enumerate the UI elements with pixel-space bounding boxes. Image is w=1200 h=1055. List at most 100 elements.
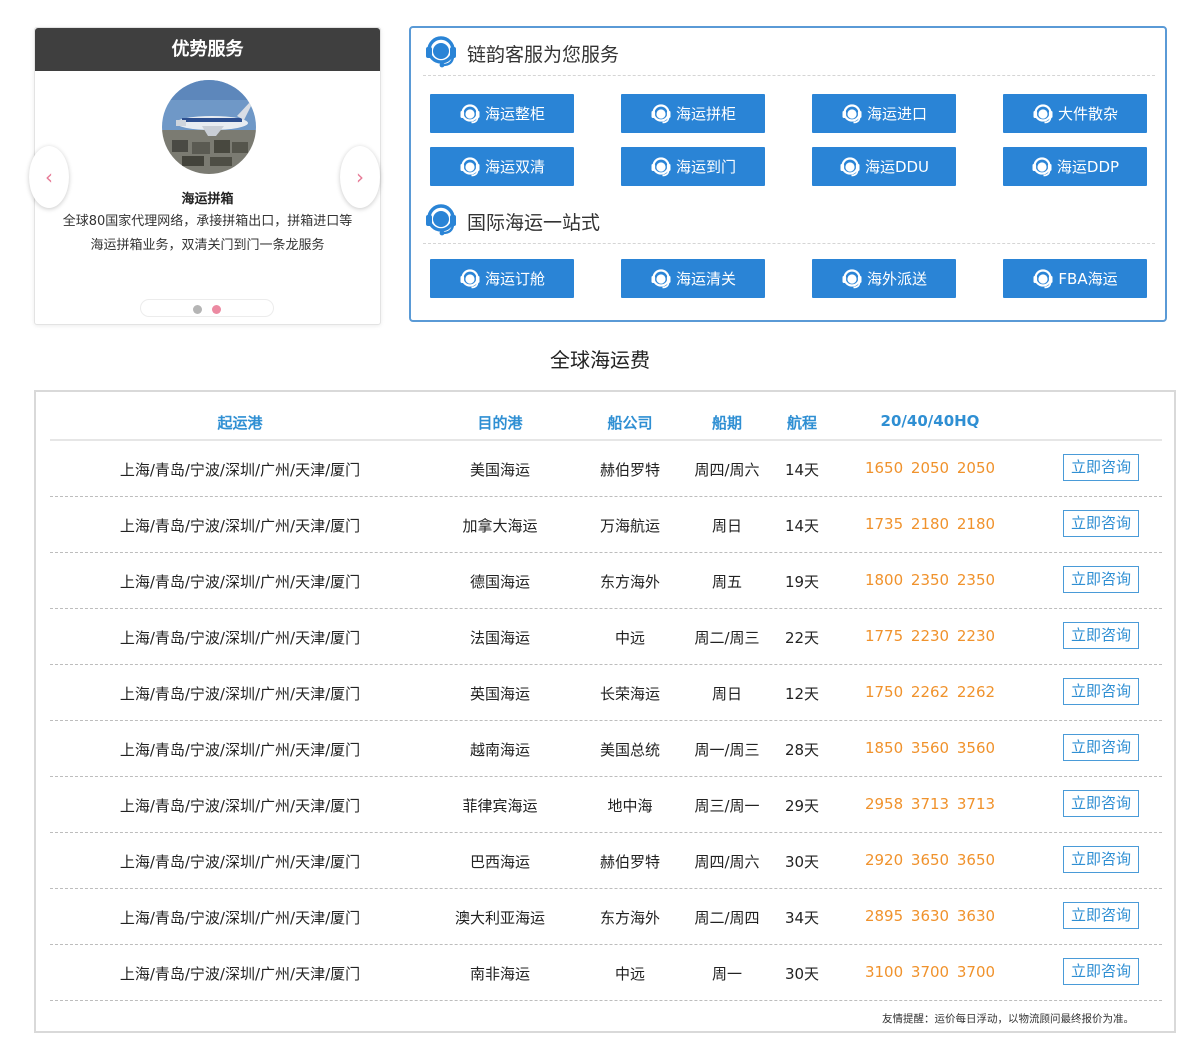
price-disclaimer: 友情提醒：运价每日浮动，以物流顾问最终报价为准。	[882, 1013, 1134, 1025]
consult-button[interactable]: 立即咨询	[1063, 678, 1139, 705]
table-row: 上海/青岛/宁波/深圳/广州/天津/厦门 德国海运 东方海外 周五 19天 18…	[50, 553, 1162, 609]
service-button-label: 海运到门	[675, 158, 736, 176]
service-button-label: 海运DDP	[1056, 158, 1120, 176]
cell-origin: 上海/青岛/宁波/深圳/广州/天津/厦门	[119, 629, 361, 647]
cell-origin: 上海/青岛/宁波/深圳/广州/天津/厦门	[119, 909, 361, 927]
cell-origin: 上海/青岛/宁波/深圳/广州/天津/厦门	[119, 797, 361, 815]
consult-button[interactable]: 立即咨询	[1063, 510, 1139, 537]
cell-prices: 2958 3713 3713	[864, 795, 996, 813]
cell-schedule: 周二/周三	[694, 629, 760, 647]
cell-schedule: 周二/周四	[694, 909, 760, 927]
services-panel: 链韵客服为您服务 海运整柜 海运拼柜 海运进口 大件散杂 海运双清 海运到门 海…	[409, 26, 1167, 322]
cell-prices: 1650 2050 2050	[864, 459, 996, 477]
service-button-overseas-delivery[interactable]: 海外派送	[812, 259, 956, 298]
cell-destination: 美国海运	[469, 461, 530, 479]
table-row: 上海/青岛/宁波/深圳/广州/天津/厦门 加拿大海运 万海航运 周日 14天 1…	[50, 497, 1162, 553]
services-heading-onestop: 国际海运一站式	[423, 200, 1155, 244]
headset-icon	[1032, 103, 1054, 125]
column-header-schedule: 船期	[711, 414, 742, 432]
headset-icon	[841, 103, 863, 125]
service-button-door-to-door[interactable]: 海运到门	[621, 147, 765, 186]
slide-title: 海运拼箱	[181, 192, 234, 207]
headset-icon	[650, 268, 672, 290]
cell-origin: 上海/青岛/宁波/深圳/广州/天津/厦门	[119, 685, 361, 703]
cell-transit: 30天	[784, 965, 820, 983]
cell-destination: 加拿大海运	[462, 517, 538, 535]
cell-destination: 巴西海运	[469, 853, 530, 871]
cell-schedule: 周日	[711, 517, 742, 535]
consult-button[interactable]: 立即咨询	[1063, 902, 1139, 929]
service-button-customs-clearance[interactable]: 海运清关	[621, 259, 765, 298]
cell-transit: 14天	[784, 517, 820, 535]
cell-transit: 14天	[784, 461, 820, 479]
service-buttons-row-1: 海运整柜 海运拼柜 海运进口 大件散杂	[430, 94, 1147, 133]
consult-button[interactable]: 立即咨询	[1063, 454, 1139, 481]
rates-table-header: 起运港 目的港 船公司 船期 航程 20/40/40HQ	[50, 406, 1162, 441]
cell-schedule: 周一/周三	[694, 741, 760, 759]
cell-origin: 上海/青岛/宁波/深圳/广州/天津/厦门	[119, 741, 361, 759]
service-button-full-container[interactable]: 海运整柜	[430, 94, 574, 133]
service-button-booking[interactable]: 海运订舱	[430, 259, 574, 298]
carousel-dot-1[interactable]	[193, 305, 202, 314]
consult-button[interactable]: 立即咨询	[1063, 958, 1139, 985]
service-button-label: 海运拼柜	[675, 105, 736, 123]
consult-button[interactable]: 立即咨询	[1063, 622, 1139, 649]
cell-schedule: 周三/周一	[694, 797, 760, 815]
cell-schedule: 周四/周六	[694, 461, 760, 479]
service-button-ddu[interactable]: 海运DDU	[812, 147, 956, 186]
service-button-label: 海运清关	[675, 270, 736, 288]
consult-button[interactable]: 立即咨询	[1063, 734, 1139, 761]
cell-transit: 22天	[784, 629, 820, 647]
cell-origin: 上海/青岛/宁波/深圳/广州/天津/厦门	[119, 965, 361, 983]
rates-table: 起运港 目的港 船公司 船期 航程 20/40/40HQ 上海/青岛/宁波/深圳…	[34, 390, 1176, 1033]
carousel-dot-2[interactable]	[212, 305, 221, 314]
cell-prices: 1775 2230 2230	[864, 627, 996, 645]
headset-icon	[459, 103, 481, 125]
cell-destination: 法国海运	[469, 629, 530, 647]
column-header-origin: 起运港	[217, 414, 263, 432]
cell-transit: 19天	[784, 573, 820, 591]
consult-button[interactable]: 立即咨询	[1063, 846, 1139, 873]
advantage-header: 优势服务	[35, 28, 380, 71]
headset-icon	[839, 156, 861, 178]
cell-transit: 28天	[784, 741, 820, 759]
cell-destination: 越南海运	[469, 741, 530, 759]
table-row: 上海/青岛/宁波/深圳/广州/天津/厦门 澳大利亚海运 东方海外 周二/周四 3…	[50, 889, 1162, 945]
headset-icon	[1032, 268, 1054, 290]
service-button-fba[interactable]: FBA海运	[1003, 259, 1147, 298]
slide-description: 全球80国家代理网络，承接拼箱出口，拼箱进口等 海运拼箱业务，双清关门到门一条龙…	[49, 210, 366, 258]
service-buttons-row-3: 海运订舱 海运清关 海外派送 FBA海运	[430, 259, 1147, 298]
column-header-transit: 航程	[786, 414, 817, 432]
service-button-double-clearance[interactable]: 海运双清	[430, 147, 574, 186]
services-heading-customer: 链韵客服为您服务	[423, 32, 1155, 76]
table-row: 上海/青岛/宁波/深圳/广州/天津/厦门 美国海运 赫伯罗特 周四/周六 14天…	[50, 441, 1162, 497]
service-button-label: 海运双清	[484, 158, 545, 176]
cell-transit: 12天	[784, 685, 820, 703]
headset-icon	[423, 34, 459, 74]
advantage-card: 优势服务 ‹ › 海运拼箱 全球80国家代理网络，承接拼箱出口，拼箱进口等 海运…	[29, 27, 381, 325]
service-buttons-row-2: 海运双清 海运到门 海运DDU 海运DDP	[430, 147, 1147, 186]
headset-icon	[459, 268, 481, 290]
service-button-lcl[interactable]: 海运拼柜	[621, 94, 765, 133]
slide-desc-line-2: 海运拼箱业务，双清关门到门一条龙服务	[90, 238, 325, 253]
table-row: 上海/青岛/宁波/深圳/广州/天津/厦门 越南海运 美国总统 周一/周三 28天…	[50, 721, 1162, 777]
service-button-ddp[interactable]: 海运DDP	[1003, 147, 1147, 186]
column-header-destination: 目的港	[477, 414, 523, 432]
service-button-bulk[interactable]: 大件散杂	[1003, 94, 1147, 133]
cell-prices: 2895 3630 3630	[864, 907, 996, 925]
headset-icon	[650, 156, 672, 178]
service-button-label: 海运进口	[866, 105, 927, 123]
cell-destination: 澳大利亚海运	[454, 909, 545, 927]
table-row: 上海/青岛/宁波/深圳/广州/天津/厦门 法国海运 中远 周二/周三 22天 1…	[50, 609, 1162, 665]
consult-button[interactable]: 立即咨询	[1063, 566, 1139, 593]
consult-button[interactable]: 立即咨询	[1063, 790, 1139, 817]
cell-transit: 34天	[784, 909, 820, 927]
service-button-label: 大件散杂	[1057, 105, 1118, 123]
cell-schedule: 周四/周六	[694, 853, 760, 871]
service-button-import[interactable]: 海运进口	[812, 94, 956, 133]
cell-prices: 3100 3700 3700	[864, 963, 996, 981]
service-button-label: 海外派送	[866, 270, 927, 288]
cell-prices: 1800 2350 2350	[864, 571, 996, 589]
carousel-indicator	[140, 299, 274, 317]
table-row: 上海/青岛/宁波/深圳/广州/天津/厦门 南非海运 中远 周一 30天 3100…	[50, 945, 1162, 1001]
